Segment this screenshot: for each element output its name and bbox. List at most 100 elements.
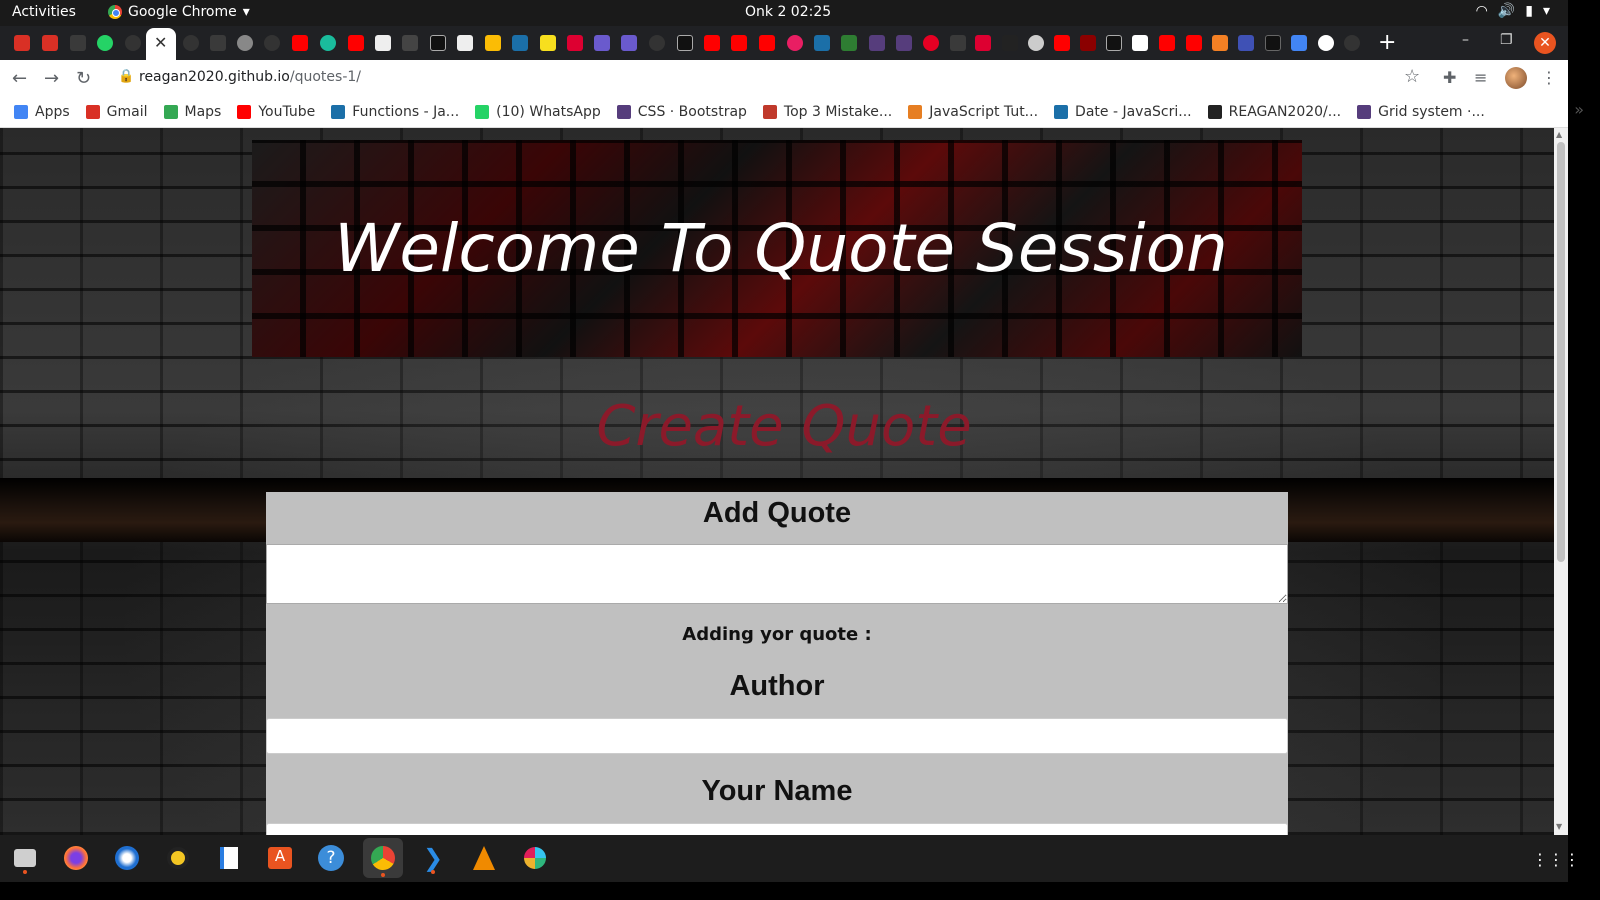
tab-favicon[interactable] bbox=[649, 35, 665, 51]
tab-mdn-icon[interactable] bbox=[512, 35, 528, 51]
tab-youtube-icon[interactable] bbox=[759, 35, 775, 51]
activities-button[interactable]: Activities bbox=[12, 4, 76, 20]
tab-active[interactable]: ✕ bbox=[146, 28, 176, 60]
firefox-icon[interactable] bbox=[59, 841, 93, 875]
bookmark-item[interactable]: Grid system ·... bbox=[1357, 104, 1485, 120]
tab-whatsapp-icon[interactable] bbox=[97, 35, 113, 51]
bookmark-star-icon[interactable]: ☆ bbox=[1404, 66, 1420, 87]
tab-bootstrap-icon[interactable] bbox=[896, 35, 912, 51]
window-close-button[interactable]: ✕ bbox=[1534, 32, 1556, 54]
writer-icon[interactable] bbox=[212, 841, 246, 875]
slack-icon[interactable] bbox=[518, 841, 552, 875]
page-scrollbar[interactable]: ▲ ▼ bbox=[1554, 128, 1568, 835]
rhythmbox-icon[interactable] bbox=[161, 841, 195, 875]
tab-google-icon[interactable] bbox=[1318, 35, 1334, 51]
bookmarks-overflow-icon[interactable]: » bbox=[1574, 100, 1584, 119]
tab-favicon[interactable] bbox=[1344, 35, 1360, 51]
author-input[interactable] bbox=[266, 718, 1288, 754]
tab-favicon[interactable] bbox=[264, 35, 280, 51]
bookmark-item[interactable]: Top 3 Mistake... bbox=[762, 104, 892, 120]
tab-angular-icon[interactable] bbox=[975, 35, 991, 51]
tab-youtube-icon[interactable] bbox=[348, 35, 364, 51]
tab-favicon[interactable] bbox=[1291, 35, 1307, 51]
bookmark-item[interactable]: REAGAN2020/... bbox=[1207, 104, 1341, 120]
bookmark-item[interactable]: YouTube bbox=[237, 104, 315, 120]
tab-favicon[interactable] bbox=[621, 35, 637, 51]
your-name-input[interactable] bbox=[266, 823, 1288, 835]
lock-icon[interactable]: 🔒 bbox=[118, 69, 134, 84]
tab-bootstrap-icon[interactable] bbox=[869, 35, 885, 51]
tab-favicon[interactable] bbox=[787, 35, 803, 51]
tab-mdn-icon[interactable] bbox=[814, 35, 830, 51]
tab-favicon[interactable] bbox=[210, 35, 226, 51]
chrome-dock-icon[interactable] bbox=[363, 838, 403, 878]
tab-favicon[interactable] bbox=[237, 35, 253, 51]
tab-medium-icon[interactable] bbox=[1132, 35, 1148, 51]
restore-button[interactable]: ❐ bbox=[1500, 32, 1513, 48]
vscode-icon[interactable]: ❯ bbox=[416, 841, 450, 875]
clock[interactable]: Onk 2 02:25 bbox=[745, 4, 831, 20]
tab-favicon[interactable] bbox=[402, 35, 418, 51]
tab-youtube-icon[interactable] bbox=[1159, 35, 1175, 51]
tab-youtube-icon[interactable] bbox=[731, 35, 747, 51]
tab-favicon[interactable] bbox=[950, 35, 966, 51]
bookmark-item[interactable]: Maps bbox=[163, 104, 221, 120]
reload-icon[interactable]: ↻ bbox=[76, 68, 91, 89]
app-menu[interactable]: Google Chrome ▾ bbox=[108, 4, 250, 20]
tab-drive-icon[interactable] bbox=[485, 35, 501, 51]
media-controls-icon[interactable]: ≡ bbox=[1474, 68, 1487, 87]
tab-favicon[interactable] bbox=[1106, 35, 1122, 51]
tab-youtube-icon[interactable] bbox=[1054, 35, 1070, 51]
tab-gmail-icon[interactable] bbox=[14, 35, 30, 51]
bookmark-item[interactable]: Functions - Ja... bbox=[331, 104, 459, 120]
tab-favicon[interactable] bbox=[841, 35, 857, 51]
quote-textarea[interactable] bbox=[266, 544, 1288, 604]
tab-angular-icon[interactable] bbox=[567, 35, 583, 51]
bookmark-item[interactable]: (10) WhatsApp bbox=[475, 104, 601, 120]
extensions-icon[interactable]: ✚ bbox=[1443, 68, 1456, 87]
close-icon[interactable]: ✕ bbox=[154, 33, 167, 52]
tab-favicon[interactable] bbox=[320, 35, 336, 51]
kebab-menu-icon[interactable]: ⋮ bbox=[1541, 68, 1557, 87]
minimize-button[interactable]: – bbox=[1462, 32, 1469, 48]
files-icon[interactable] bbox=[8, 841, 42, 875]
url-text[interactable]: reagan2020.github.io/quotes-1/ bbox=[139, 69, 361, 85]
help-icon[interactable]: ? bbox=[314, 841, 348, 875]
tab-favicon[interactable] bbox=[70, 35, 86, 51]
tab-gmail-icon[interactable] bbox=[42, 35, 58, 51]
tab-favicon[interactable] bbox=[375, 35, 391, 51]
software-center-icon[interactable]: A bbox=[263, 841, 297, 875]
new-tab-button[interactable]: + bbox=[1378, 30, 1396, 55]
tab-favicon[interactable] bbox=[183, 35, 199, 51]
tab-youtube-icon[interactable] bbox=[1186, 35, 1202, 51]
bookmark-item[interactable]: CSS · Bootstrap bbox=[616, 104, 747, 120]
tab-favicon[interactable] bbox=[125, 35, 141, 51]
tab-favicon[interactable] bbox=[1028, 35, 1044, 51]
bookmark-item[interactable]: Apps bbox=[14, 104, 70, 120]
tab-favicon[interactable] bbox=[594, 35, 610, 51]
bookmark-item[interactable]: Gmail bbox=[85, 104, 148, 120]
tab-youtube-icon[interactable] bbox=[292, 35, 308, 51]
tab-favicon[interactable] bbox=[430, 35, 446, 51]
bookmark-item[interactable]: JavaScript Tut... bbox=[908, 104, 1038, 120]
tab-favicon[interactable] bbox=[1265, 35, 1281, 51]
tab-favicon[interactable] bbox=[677, 35, 693, 51]
tab-favicon[interactable] bbox=[1080, 35, 1096, 51]
vlc-icon[interactable] bbox=[467, 841, 501, 875]
tab-js-icon[interactable] bbox=[540, 35, 556, 51]
system-tray[interactable]: ◠ 🔊 ▮ ▾ bbox=[1476, 3, 1550, 19]
scrollbar-thumb[interactable] bbox=[1557, 142, 1565, 562]
scroll-up-icon[interactable]: ▲ bbox=[1556, 130, 1562, 139]
bookmark-item[interactable]: Date - JavaScri... bbox=[1054, 104, 1192, 120]
tab-favicon[interactable] bbox=[1002, 35, 1018, 51]
tab-pinterest-icon[interactable] bbox=[923, 35, 939, 51]
scroll-down-icon[interactable]: ▼ bbox=[1556, 822, 1562, 831]
show-applications-icon[interactable]: ⋮⋮⋮ bbox=[1532, 850, 1580, 869]
address-bar[interactable]: 🔒 reagan2020.github.io/quotes-1/ bbox=[106, 64, 1426, 92]
tab-favicon[interactable] bbox=[457, 35, 473, 51]
profile-avatar[interactable] bbox=[1505, 67, 1527, 89]
thunderbird-icon[interactable] bbox=[110, 841, 144, 875]
tab-stackoverflow-icon[interactable] bbox=[1212, 35, 1228, 51]
tab-favicon[interactable] bbox=[1238, 35, 1254, 51]
back-icon[interactable]: ← bbox=[12, 68, 27, 89]
